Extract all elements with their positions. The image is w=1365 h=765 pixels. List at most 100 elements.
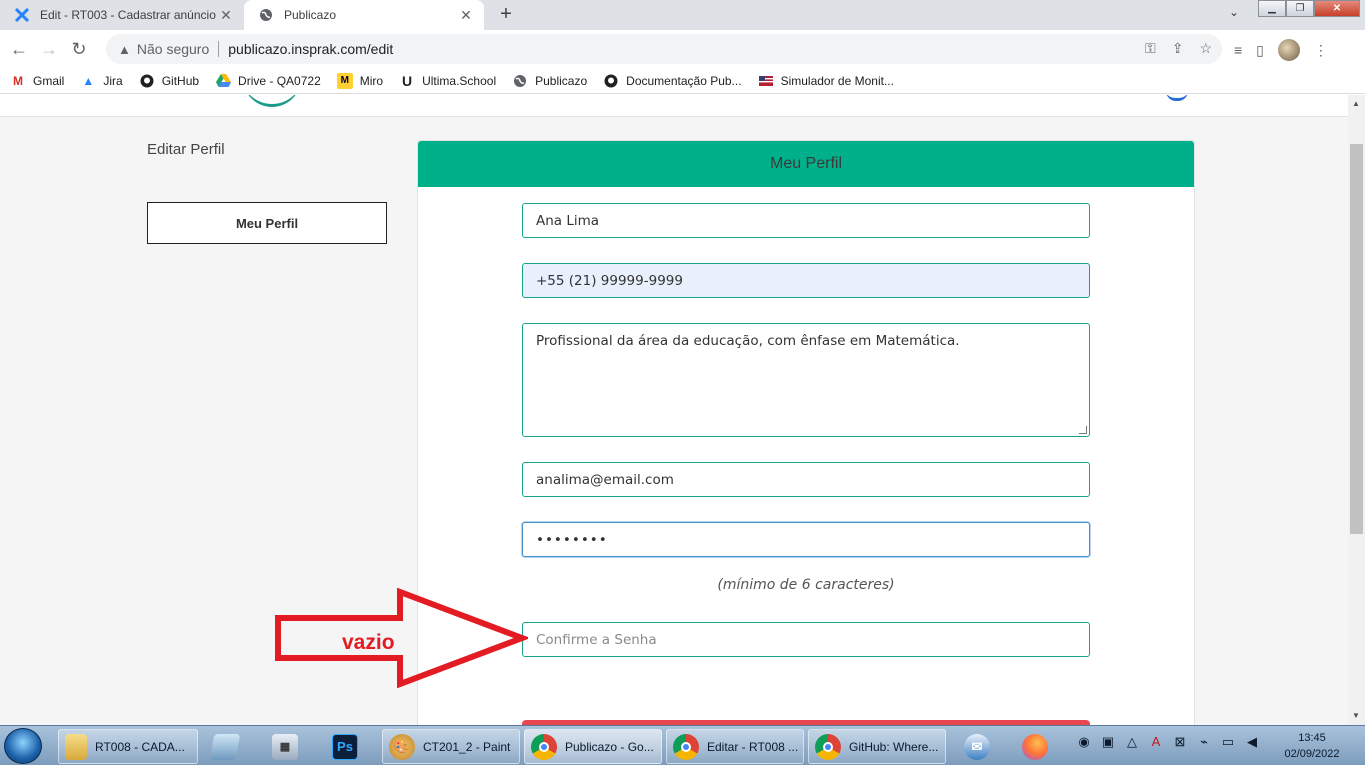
bookmark-label: Documentação Pub... [626, 73, 742, 88]
bookmark-label: Drive - QA0722 [238, 73, 321, 88]
user-menu-icon[interactable] [1166, 95, 1188, 101]
bookmarks-bar: M Gmail ▲ Jira GitHub Drive - QA0722 M M… [0, 68, 1365, 94]
back-icon[interactable]: ← [4, 34, 34, 64]
discord-icon[interactable]: ◉ [1076, 734, 1092, 750]
annotation-label: vazio [342, 631, 395, 654]
bookmark-label: Ultima.School [422, 73, 497, 88]
drive-icon [215, 73, 231, 89]
star-icon[interactable]: ☆ [1199, 40, 1212, 57]
site-logo[interactable] [243, 95, 301, 107]
close-icon[interactable]: ✕ [458, 7, 474, 24]
outlook-icon[interactable]: ✉ [958, 729, 1004, 764]
confirm-password-input[interactable]: Confirme a Senha [522, 622, 1090, 657]
tab-edit-rt003[interactable]: Edit - RT003 - Cadastrar anúncio ✕ [0, 0, 244, 30]
share-icon[interactable]: ⇪ [1172, 40, 1184, 57]
clock-date: 02/09/2022 [1284, 748, 1340, 760]
windows-taskbar: RT008 - CADA... ▦ Ps 🎨 CT201_2 - Paint P… [0, 725, 1365, 765]
reload-icon[interactable]: ↻ [64, 34, 94, 64]
forward-icon[interactable]: → [34, 34, 64, 64]
folder-icon [65, 733, 87, 760]
github-icon [603, 73, 619, 89]
tab-publicazo[interactable]: Publicazo ✕ [244, 0, 484, 30]
address-bar[interactable]: ▲ Não seguro publicazo.insprak.com/edit … [106, 34, 1222, 64]
meu-perfil-button[interactable]: Meu Perfil [147, 202, 387, 244]
url-text[interactable]: publicazo.insprak.com/edit [228, 41, 393, 57]
reading-list-icon[interactable]: ≡ [1234, 42, 1242, 58]
scroll-down-icon[interactable]: ▼ [1352, 711, 1360, 720]
start-button[interactable] [4, 728, 42, 764]
network-error-icon[interactable]: ⊠ [1172, 734, 1188, 750]
bio-textarea[interactable]: Profissional da área da educação, com ên… [522, 323, 1090, 437]
taskbar-item-label: CT201_2 - Paint [423, 739, 511, 754]
restore-icon[interactable]: ❐ [1286, 0, 1314, 17]
chrome-icon [673, 733, 699, 760]
bookmark-label: Miro [359, 73, 384, 88]
taskbar-item-chrome-github[interactable]: GitHub: Where... [808, 729, 946, 764]
password-input[interactable]: •••••••• [522, 522, 1090, 557]
bookmark-ultima[interactable]: U Ultima.School [399, 73, 496, 89]
email-input[interactable]: analima@email.com [522, 462, 1090, 497]
adobe-icon[interactable]: A [1148, 734, 1164, 750]
globe-icon [512, 73, 528, 89]
clock-time: 13:45 [1298, 732, 1326, 744]
jira-icon: ▲ [82, 73, 95, 88]
minimize-icon[interactable]: ▁ [1258, 0, 1286, 17]
key-icon[interactable]: ⚿ [1145, 40, 1156, 57]
name-input[interactable]: Ana Lima [522, 203, 1090, 238]
divider [218, 41, 220, 57]
calculator-icon[interactable]: ▦ [266, 729, 312, 764]
photoshop-icon[interactable]: Ps [326, 729, 372, 764]
drive-tray-icon[interactable]: △ [1124, 734, 1140, 750]
bookmark-miro[interactable]: M Miro [336, 72, 384, 89]
firefox-icon[interactable] [1016, 729, 1062, 764]
taskbar-item-paint[interactable]: 🎨 CT201_2 - Paint [382, 729, 520, 764]
jira-icon [14, 7, 30, 23]
notepad-icon[interactable] [206, 729, 252, 764]
monitor-icon[interactable]: ▭ [1220, 734, 1236, 750]
bookmark-github[interactable]: GitHub [139, 73, 199, 89]
taskbar-item-chrome-publicazo[interactable]: Publicazo - Go... [524, 729, 662, 764]
close-window-icon[interactable]: ✕ [1314, 0, 1360, 17]
warning-icon[interactable]: ▲ [118, 42, 131, 57]
ultima-icon: U [402, 72, 413, 89]
taskbar-item-label: GitHub: Where... [849, 739, 939, 754]
security-label[interactable]: Não seguro [137, 41, 209, 57]
taskbar-item-chrome-editar[interactable]: Editar - RT008 ... [666, 729, 804, 764]
bookmark-jira[interactable]: ▲ Jira [80, 73, 122, 89]
scrollbar-thumb[interactable] [1350, 144, 1363, 534]
bio-text: Profissional da área da educação, com ên… [536, 333, 960, 349]
bookmark-gmail[interactable]: M Gmail [10, 73, 64, 89]
tab-search-icon[interactable]: ⌄ [1224, 5, 1244, 25]
tab-title: Publicazo [284, 8, 337, 22]
miro-icon: M [336, 72, 353, 89]
flag-icon [758, 73, 774, 89]
page-scrollbar[interactable]: ▲ ▼ [1348, 95, 1365, 725]
avatar[interactable] [1277, 39, 1300, 61]
taskbar-clock[interactable]: 13:45 02/09/2022 [1266, 730, 1358, 762]
phone-input[interactable]: +55 (21) 99999-9999 [522, 263, 1090, 298]
site-header [0, 95, 1348, 117]
taskbar-item-explorer[interactable]: RT008 - CADA... [58, 729, 198, 764]
page-viewport: Editar Perfil Meu Perfil Meu Perfil Ana … [0, 95, 1348, 725]
toolbar-right: ≡ ▯ ⋮ [1234, 39, 1328, 61]
menu-kebab-icon[interactable]: ⋮ [1314, 42, 1328, 59]
paint-icon: 🎨 [389, 733, 415, 760]
resize-handle-icon[interactable] [1079, 426, 1087, 434]
usb-icon[interactable]: ⌁ [1196, 734, 1212, 750]
bookmark-simulador[interactable]: Simulador de Monit... [758, 73, 894, 89]
browser-toolbar: ← → ↻ ▲ Não seguro publicazo.insprak.com… [0, 30, 1365, 68]
app-tray-icon[interactable]: ▣ [1100, 734, 1116, 750]
scroll-up-icon[interactable]: ▲ [1352, 99, 1360, 108]
new-tab-button[interactable]: + [494, 3, 518, 27]
chrome-icon [815, 733, 841, 760]
window-controls: ▁ ❐ ✕ [1258, 0, 1360, 18]
volume-icon[interactable]: ◀ [1244, 734, 1260, 750]
side-panel-icon[interactable]: ▯ [1256, 42, 1264, 59]
bookmark-drive[interactable]: Drive - QA0722 [215, 73, 321, 89]
bookmark-label: GitHub [161, 73, 200, 88]
bookmark-documentacao[interactable]: Documentação Pub... [603, 73, 742, 89]
close-icon[interactable]: ✕ [218, 7, 234, 24]
annotation-arrow-icon [275, 588, 528, 688]
bookmark-publicazo[interactable]: Publicazo [512, 73, 587, 89]
card-header: Meu Perfil [418, 141, 1194, 187]
